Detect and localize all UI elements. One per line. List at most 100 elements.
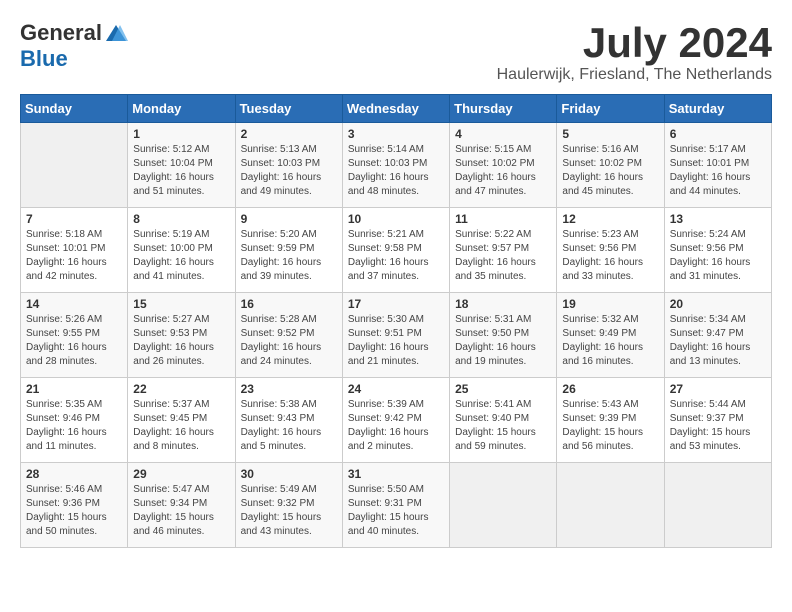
- day-info: Sunrise: 5:35 AM Sunset: 9:46 PM Dayligh…: [26, 398, 122, 454]
- day-info: Sunrise: 5:34 AM Sunset: 9:47 PM Dayligh…: [670, 313, 766, 369]
- day-info: Sunrise: 5:39 AM Sunset: 9:42 PM Dayligh…: [348, 398, 444, 454]
- day-info: Sunrise: 5:32 AM Sunset: 9:49 PM Dayligh…: [562, 313, 658, 369]
- day-info: Sunrise: 5:14 AM Sunset: 10:03 PM Daylig…: [348, 143, 444, 199]
- day-number: 3: [348, 127, 444, 141]
- calendar-cell: 14 Sunrise: 5:26 AM Sunset: 9:55 PM Dayli…: [21, 293, 128, 378]
- day-number: 18: [455, 297, 551, 311]
- day-number: 23: [241, 382, 337, 396]
- day-info: Sunrise: 5:38 AM Sunset: 9:43 PM Dayligh…: [241, 398, 337, 454]
- day-number: 15: [133, 297, 229, 311]
- logo-blue-text: Blue: [20, 46, 68, 72]
- day-info: Sunrise: 5:41 AM Sunset: 9:40 PM Dayligh…: [455, 398, 551, 454]
- day-info: Sunrise: 5:43 AM Sunset: 9:39 PM Dayligh…: [562, 398, 658, 454]
- day-info: Sunrise: 5:50 AM Sunset: 9:31 PM Dayligh…: [348, 483, 444, 539]
- day-info: Sunrise: 5:19 AM Sunset: 10:00 PM Daylig…: [133, 228, 229, 284]
- calendar-cell: 12 Sunrise: 5:23 AM Sunset: 9:56 PM Dayli…: [557, 208, 664, 293]
- day-info: Sunrise: 5:37 AM Sunset: 9:45 PM Dayligh…: [133, 398, 229, 454]
- calendar-header-row: SundayMondayTuesdayWednesdayThursdayFrid…: [21, 95, 772, 123]
- title-section: July 2024 Haulerwijk, Friesland, The Net…: [497, 20, 772, 84]
- calendar-week-row: 14 Sunrise: 5:26 AM Sunset: 9:55 PM Dayli…: [21, 293, 772, 378]
- day-info: Sunrise: 5:46 AM Sunset: 9:36 PM Dayligh…: [26, 483, 122, 539]
- column-header-monday: Monday: [128, 95, 235, 123]
- day-number: 2: [241, 127, 337, 141]
- calendar-cell: 11Sunrise: 5:22 AM Sunset: 9:57 PM Dayli…: [450, 208, 557, 293]
- day-number: 1: [133, 127, 229, 141]
- location-subtitle: Haulerwijk, Friesland, The Netherlands: [497, 66, 772, 84]
- calendar-table: SundayMondayTuesdayWednesdayThursdayFrid…: [20, 94, 772, 548]
- calendar-cell: [557, 463, 664, 548]
- day-number: 20: [670, 297, 766, 311]
- day-number: 22: [133, 382, 229, 396]
- day-number: 9: [241, 212, 337, 226]
- calendar-week-row: 7Sunrise: 5:18 AM Sunset: 10:01 PM Dayli…: [21, 208, 772, 293]
- day-info: Sunrise: 5:22 AM Sunset: 9:57 PM Dayligh…: [455, 228, 551, 284]
- calendar-cell: 16 Sunrise: 5:28 AM Sunset: 9:52 PM Dayli…: [235, 293, 342, 378]
- calendar-cell: 9 Sunrise: 5:20 AM Sunset: 9:59 PM Daylig…: [235, 208, 342, 293]
- calendar-cell: 1 Sunrise: 5:12 AM Sunset: 10:04 PM Dayli…: [128, 123, 235, 208]
- day-info: Sunrise: 5:16 AM Sunset: 10:02 PM Daylig…: [562, 143, 658, 199]
- day-info: Sunrise: 5:27 AM Sunset: 9:53 PM Dayligh…: [133, 313, 229, 369]
- day-info: Sunrise: 5:17 AM Sunset: 10:01 PM Daylig…: [670, 143, 766, 199]
- calendar-cell: 4Sunrise: 5:15 AM Sunset: 10:02 PM Dayli…: [450, 123, 557, 208]
- day-info: Sunrise: 5:23 AM Sunset: 9:56 PM Dayligh…: [562, 228, 658, 284]
- calendar-cell: 10Sunrise: 5:21 AM Sunset: 9:58 PM Dayli…: [342, 208, 449, 293]
- day-number: 17: [348, 297, 444, 311]
- day-info: Sunrise: 5:20 AM Sunset: 9:59 PM Dayligh…: [241, 228, 337, 284]
- column-header-tuesday: Tuesday: [235, 95, 342, 123]
- day-number: 29: [133, 467, 229, 481]
- day-number: 25: [455, 382, 551, 396]
- day-info: Sunrise: 5:26 AM Sunset: 9:55 PM Dayligh…: [26, 313, 122, 369]
- calendar-week-row: 21 Sunrise: 5:35 AM Sunset: 9:46 PM Dayli…: [21, 378, 772, 463]
- calendar-cell: 13 Sunrise: 5:24 AM Sunset: 9:56 PM Dayli…: [664, 208, 771, 293]
- day-info: Sunrise: 5:28 AM Sunset: 9:52 PM Dayligh…: [241, 313, 337, 369]
- calendar-cell: [450, 463, 557, 548]
- calendar-week-row: 1 Sunrise: 5:12 AM Sunset: 10:04 PM Dayli…: [21, 123, 772, 208]
- calendar-cell: [21, 123, 128, 208]
- calendar-cell: 31 Sunrise: 5:50 AM Sunset: 9:31 PM Dayli…: [342, 463, 449, 548]
- calendar-cell: 30Sunrise: 5:49 AM Sunset: 9:32 PM Dayli…: [235, 463, 342, 548]
- day-number: 13: [670, 212, 766, 226]
- calendar-cell: 15 Sunrise: 5:27 AM Sunset: 9:53 PM Dayli…: [128, 293, 235, 378]
- column-header-friday: Friday: [557, 95, 664, 123]
- calendar-cell: 26 Sunrise: 5:43 AM Sunset: 9:39 PM Dayli…: [557, 378, 664, 463]
- calendar-week-row: 28 Sunrise: 5:46 AM Sunset: 9:36 PM Dayli…: [21, 463, 772, 548]
- calendar-cell: 21 Sunrise: 5:35 AM Sunset: 9:46 PM Dayli…: [21, 378, 128, 463]
- day-number: 16: [241, 297, 337, 311]
- day-number: 14: [26, 297, 122, 311]
- day-number: 28: [26, 467, 122, 481]
- day-number: 24: [348, 382, 444, 396]
- day-number: 21: [26, 382, 122, 396]
- calendar-cell: 28 Sunrise: 5:46 AM Sunset: 9:36 PM Dayli…: [21, 463, 128, 548]
- day-number: 27: [670, 382, 766, 396]
- day-info: Sunrise: 5:44 AM Sunset: 9:37 PM Dayligh…: [670, 398, 766, 454]
- calendar-cell: 8Sunrise: 5:19 AM Sunset: 10:00 PM Dayli…: [128, 208, 235, 293]
- column-header-thursday: Thursday: [450, 95, 557, 123]
- day-number: 31: [348, 467, 444, 481]
- day-number: 10: [348, 212, 444, 226]
- calendar-cell: 3 Sunrise: 5:14 AM Sunset: 10:03 PM Dayli…: [342, 123, 449, 208]
- calendar-cell: 7Sunrise: 5:18 AM Sunset: 10:01 PM Dayli…: [21, 208, 128, 293]
- calendar-cell: 29 Sunrise: 5:47 AM Sunset: 9:34 PM Dayli…: [128, 463, 235, 548]
- day-info: Sunrise: 5:47 AM Sunset: 9:34 PM Dayligh…: [133, 483, 229, 539]
- month-year-title: July 2024: [497, 20, 772, 66]
- column-header-saturday: Saturday: [664, 95, 771, 123]
- column-header-wednesday: Wednesday: [342, 95, 449, 123]
- calendar-cell: 27 Sunrise: 5:44 AM Sunset: 9:37 PM Dayli…: [664, 378, 771, 463]
- day-number: 12: [562, 212, 658, 226]
- day-number: 5: [562, 127, 658, 141]
- calendar-cell: 23 Sunrise: 5:38 AM Sunset: 9:43 PM Dayli…: [235, 378, 342, 463]
- calendar-cell: 5 Sunrise: 5:16 AM Sunset: 10:02 PM Dayli…: [557, 123, 664, 208]
- day-number: 4: [455, 127, 551, 141]
- day-number: 26: [562, 382, 658, 396]
- day-info: Sunrise: 5:13 AM Sunset: 10:03 PM Daylig…: [241, 143, 337, 199]
- calendar-cell: 17 Sunrise: 5:30 AM Sunset: 9:51 PM Dayli…: [342, 293, 449, 378]
- calendar-cell: 25 Sunrise: 5:41 AM Sunset: 9:40 PM Dayli…: [450, 378, 557, 463]
- day-info: Sunrise: 5:30 AM Sunset: 9:51 PM Dayligh…: [348, 313, 444, 369]
- logo-icon: [104, 23, 128, 43]
- day-info: Sunrise: 5:12 AM Sunset: 10:04 PM Daylig…: [133, 143, 229, 199]
- calendar-cell: 22 Sunrise: 5:37 AM Sunset: 9:45 PM Dayli…: [128, 378, 235, 463]
- day-info: Sunrise: 5:31 AM Sunset: 9:50 PM Dayligh…: [455, 313, 551, 369]
- day-number: 6: [670, 127, 766, 141]
- day-info: Sunrise: 5:24 AM Sunset: 9:56 PM Dayligh…: [670, 228, 766, 284]
- logo-general-text: General: [20, 20, 102, 46]
